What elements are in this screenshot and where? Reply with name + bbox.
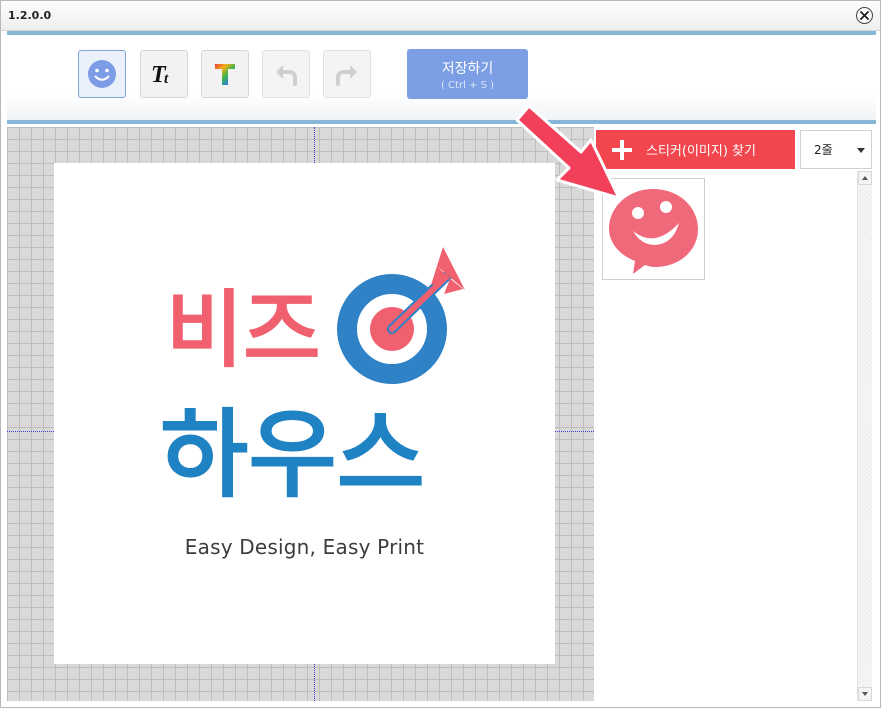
chevron-down-icon <box>857 148 865 153</box>
undo-icon <box>276 65 297 86</box>
save-button[interactable]: 저장하기 ( Ctrl + S ) <box>407 49 528 99</box>
sticker-tool-button[interactable] <box>78 50 126 98</box>
window-title: 1.2.0.0 <box>8 9 52 22</box>
pink-smiley-speech-bubble-icon <box>609 189 698 274</box>
scroll-up-button[interactable] <box>858 171 872 185</box>
plus-icon <box>610 138 634 162</box>
arrow-down-icon <box>862 692 868 696</box>
logo-tagline[interactable]: Easy Design, Easy Print <box>54 535 555 559</box>
logo-text-line1: 비즈 <box>166 281 321 379</box>
sticker-item[interactable] <box>602 178 705 280</box>
scroll-down-button[interactable] <box>858 687 872 701</box>
close-icon <box>860 11 869 20</box>
target-arrow-icon <box>337 247 465 384</box>
rainbow-t-icon <box>215 64 235 85</box>
editor-window: 1.2.0.0 T t 저장하기 (Ctrl + S) 비즈 하우스 Eas… <box>0 0 881 708</box>
text-tt-icon: T t <box>151 62 169 88</box>
rows-per-line-select[interactable]: 2줄 <box>800 130 872 169</box>
save-shortcut-hint: ( Ctrl + S ) <box>440 80 495 91</box>
save-button-label: 저장하기 <box>441 61 494 77</box>
logo-text-line2: 하우스 <box>160 399 425 511</box>
toolbar: T t 저장하기 (Ctrl + S) <box>7 31 876 124</box>
svg-text:t: t <box>164 71 169 87</box>
arrow-up-icon <box>862 176 868 180</box>
redo-button[interactable] <box>323 50 371 98</box>
sticker-panel: 스티커(이미지) 찾기 2줄 <box>594 127 874 701</box>
color-text-tool-button[interactable] <box>201 50 249 98</box>
design-canvas[interactable]: 비즈 하우스 Easy Design, Easy Print <box>54 163 555 664</box>
bizhouse-logo[interactable]: 비즈 하우스 <box>54 163 555 664</box>
redo-icon <box>336 65 357 86</box>
text-tool-button[interactable]: T t <box>140 50 188 98</box>
rows-select-value: 2줄 <box>814 143 833 157</box>
close-button[interactable] <box>856 7 873 24</box>
sticker-list-scrollbar[interactable] <box>857 171 872 701</box>
find-sticker-label: 스티커(이미지) 찾기 <box>646 144 756 159</box>
smiley-icon <box>88 60 116 88</box>
undo-button[interactable] <box>262 50 310 98</box>
title-bar: 1.2.0.0 <box>1 1 880 31</box>
design-workspace[interactable]: 비즈 하우스 Easy Design, Easy Print <box>7 127 594 701</box>
find-sticker-button[interactable]: 스티커(이미지) 찾기 <box>596 130 795 169</box>
logo-line1-text: 비즈 <box>166 281 321 379</box>
logo-line2-text: 하우스 <box>160 399 425 511</box>
